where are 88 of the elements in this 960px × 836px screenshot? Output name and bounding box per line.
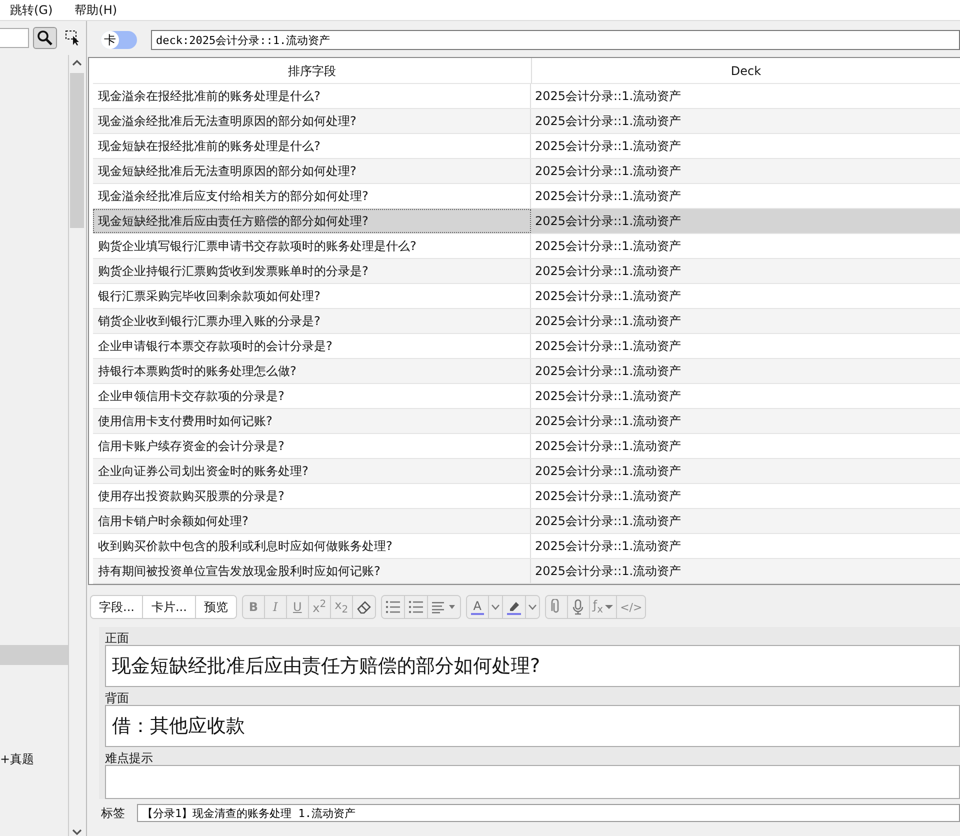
sidebar-item[interactable]: +真题 xyxy=(0,749,68,769)
table-cell-text: 2025会计分录::1.流动资产 xyxy=(534,413,682,430)
table-cell: 现金溢余在报经批准前的账务处理是什么? xyxy=(93,84,531,108)
table-cell: 使用信用卡支付费用时如何记账? xyxy=(93,409,531,433)
table-cell-text: 2025会计分录::1.流动资产 xyxy=(534,488,682,505)
table-cell-text: 2025会计分录::1.流动资产 xyxy=(534,363,682,380)
table-cell-text: 2025会计分录::1.流动资产 xyxy=(534,263,682,280)
table-cell-text: 2025会计分录::1.流动资产 xyxy=(534,88,682,105)
toolbar-button[interactable]: 卡片... xyxy=(143,596,196,618)
table-cell: 现金短缺经批准后应由责任方赔偿的部分如何处理? xyxy=(93,209,531,233)
attach-button[interactable] xyxy=(546,596,568,618)
search-icon xyxy=(37,30,53,46)
table-cell: 持银行本票购货时的账务处理怎么做? xyxy=(93,359,531,383)
table-cell: 现金溢余经批准后应支付给相关方的部分如何处理? xyxy=(93,184,531,208)
table-cell-text: 2025会计分录::1.流动资产 xyxy=(534,338,682,355)
table-row[interactable]: 信用卡销户时余额如何处理? 2025会计分录::1.流动资产 xyxy=(93,509,960,534)
column-header[interactable]: 排序字段 xyxy=(93,58,532,83)
table-cell: 企业向证券公司划出资金时的账务处理? xyxy=(93,459,531,483)
table-cell: 信用卡销户时余额如何处理? xyxy=(93,509,531,533)
microphone-icon xyxy=(572,599,584,615)
text-color-button[interactable]: A xyxy=(466,596,489,618)
field-editor[interactable]: 借：其他应收款 xyxy=(105,705,960,747)
table-cell-text: 2025会计分录::1.流动资产 xyxy=(534,313,682,330)
table-cell-text: 2025会计分录::1.流动资产 xyxy=(534,463,682,480)
table-row[interactable]: 现金短缺经批准后无法查明原因的部分如何处理? 2025会计分录::1.流动资产 xyxy=(93,159,960,184)
mode-switch[interactable]: 卡 xyxy=(101,31,137,49)
tags-field[interactable]: 【分录1】现金清查的账务处理 1.流动资产 xyxy=(137,804,960,822)
toolbar-button[interactable]: 预览 xyxy=(196,596,236,618)
table-cell: 企业申请银行本票交存款项时的会计分录是? xyxy=(93,334,531,358)
table-cell-text: 2025会计分录::1.流动资产 xyxy=(534,113,682,130)
pen-icon xyxy=(506,599,522,615)
menu-item[interactable]: 跳转(G) xyxy=(10,2,53,18)
search-field[interactable]: deck:2025会计分录::1.流动资产 xyxy=(151,30,960,50)
tags-label: 标签 xyxy=(101,804,125,822)
scrollbar-thumb[interactable] xyxy=(70,73,84,228)
table-cell: 使用存出投资款购买股票的分录是? xyxy=(93,484,531,508)
field-label: 背面 xyxy=(105,691,130,705)
table-cell: 收到购买价款中包含的股利或利息时应如何做账务处理? xyxy=(93,534,531,558)
list-icon xyxy=(384,600,401,614)
table-cell: 购货企业持银行汇票购货收到发票账单时的分录是? xyxy=(93,259,531,283)
field-label: 正面 xyxy=(105,631,130,645)
table-row[interactable]: 企业向证券公司划出资金时的账务处理? 2025会计分录::1.流动资产 xyxy=(93,459,960,484)
caret-icon xyxy=(490,604,500,610)
table-cell-text: 2025会计分录::1.流动资产 xyxy=(534,213,682,230)
table-cell: 企业申领信用卡交存款项的分录是? xyxy=(93,384,531,408)
menu-item[interactable]: 帮助(H) xyxy=(74,2,118,18)
align-icon xyxy=(430,600,457,614)
table-row[interactable]: 现金溢余经批准后无法查明原因的部分如何处理? 2025会计分录::1.流动资产 xyxy=(93,109,960,134)
caret-button[interactable] xyxy=(526,596,539,618)
column-header[interactable]: Deck xyxy=(532,58,960,83)
table-row[interactable]: 持银行本票购货时的账务处理怎么做? 2025会计分录::1.流动资产 xyxy=(93,359,960,384)
caret-icon xyxy=(528,604,537,610)
table-cell-text: 2025会计分录::1.流动资产 xyxy=(534,538,682,555)
table-cell-text: 2025会计分录::1.流动资产 xyxy=(534,163,682,180)
caret-icon xyxy=(605,604,614,610)
table-row[interactable]: 销货企业收到银行汇票办理入账的分录是? 2025会计分录::1.流动资产 xyxy=(93,309,960,334)
table-row[interactable]: 购货企业持银行汇票购货收到发票账单时的分录是? 2025会计分录::1.流动资产 xyxy=(93,259,960,284)
table-cell: 现金短缺经批准后无法查明原因的部分如何处理? xyxy=(93,159,531,183)
table-cell: 信用卡账户续存资金的会计分录是? xyxy=(93,434,531,458)
field-editor[interactable]: 现金短缺经批准后应由责任方赔偿的部分如何处理? xyxy=(105,645,960,687)
field-editor[interactable] xyxy=(105,765,960,799)
table-cell-text: 2025会计分录::1.流动资产 xyxy=(534,438,682,455)
bullets-button[interactable] xyxy=(382,596,405,618)
table-cell: 现金溢余经批准后无法查明原因的部分如何处理? xyxy=(93,109,531,133)
table-row[interactable]: 现金短缺经批准后应由责任方赔偿的部分如何处理? 2025会计分录::1.流动资产 xyxy=(93,209,960,234)
table-cell-text: 2025会计分录::1.流动资产 xyxy=(534,288,682,305)
table-cell-text: 2025会计分录::1.流动资产 xyxy=(534,513,682,530)
table-cell: 现金短缺在报经批准前的账务处理是什么? xyxy=(93,134,531,158)
table-cell-text: 2025会计分录::1.流动资产 xyxy=(534,188,682,205)
select-icon[interactable] xyxy=(65,30,81,46)
table-row[interactable]: 使用信用卡支付费用时如何记账? 2025会计分录::1.流动资产 xyxy=(93,409,960,434)
table-cell-text: 2025会计分录::1.流动资产 xyxy=(534,138,682,155)
field-label: 难点提示 xyxy=(105,751,154,765)
search-button[interactable] xyxy=(33,27,57,49)
table-cell-text: 2025会计分录::1.流动资产 xyxy=(534,388,682,405)
table-cell: 购货企业填写银行汇票申请书交存款项时的账务处理是什么? xyxy=(93,234,531,258)
table-row[interactable]: 持有期间被投资单位宣告发放现金股利时应如何记账? 2025会计分录::1.流动资产 xyxy=(93,559,960,584)
scrollbar[interactable] xyxy=(68,55,85,836)
eraser-icon xyxy=(356,599,372,615)
caret-button[interactable] xyxy=(488,596,503,618)
search-field[interactable] xyxy=(0,28,29,48)
table-cell: 持有期间被投资单位宣告发放现金股利时应如何记账? xyxy=(93,559,531,583)
table-cell-text: 2025会计分录::1.流动资产 xyxy=(534,238,682,255)
table-cell-text: 2025会计分录::1.流动资产 xyxy=(534,563,682,580)
list-icon xyxy=(408,600,424,614)
toolbar-button[interactable]: 字段... xyxy=(91,596,144,618)
table-cell: 销货企业收到银行汇票办理入账的分录是? xyxy=(93,309,531,333)
table-cell: 银行汇票采购完毕收回剩余款项如何处理? xyxy=(93,284,531,308)
